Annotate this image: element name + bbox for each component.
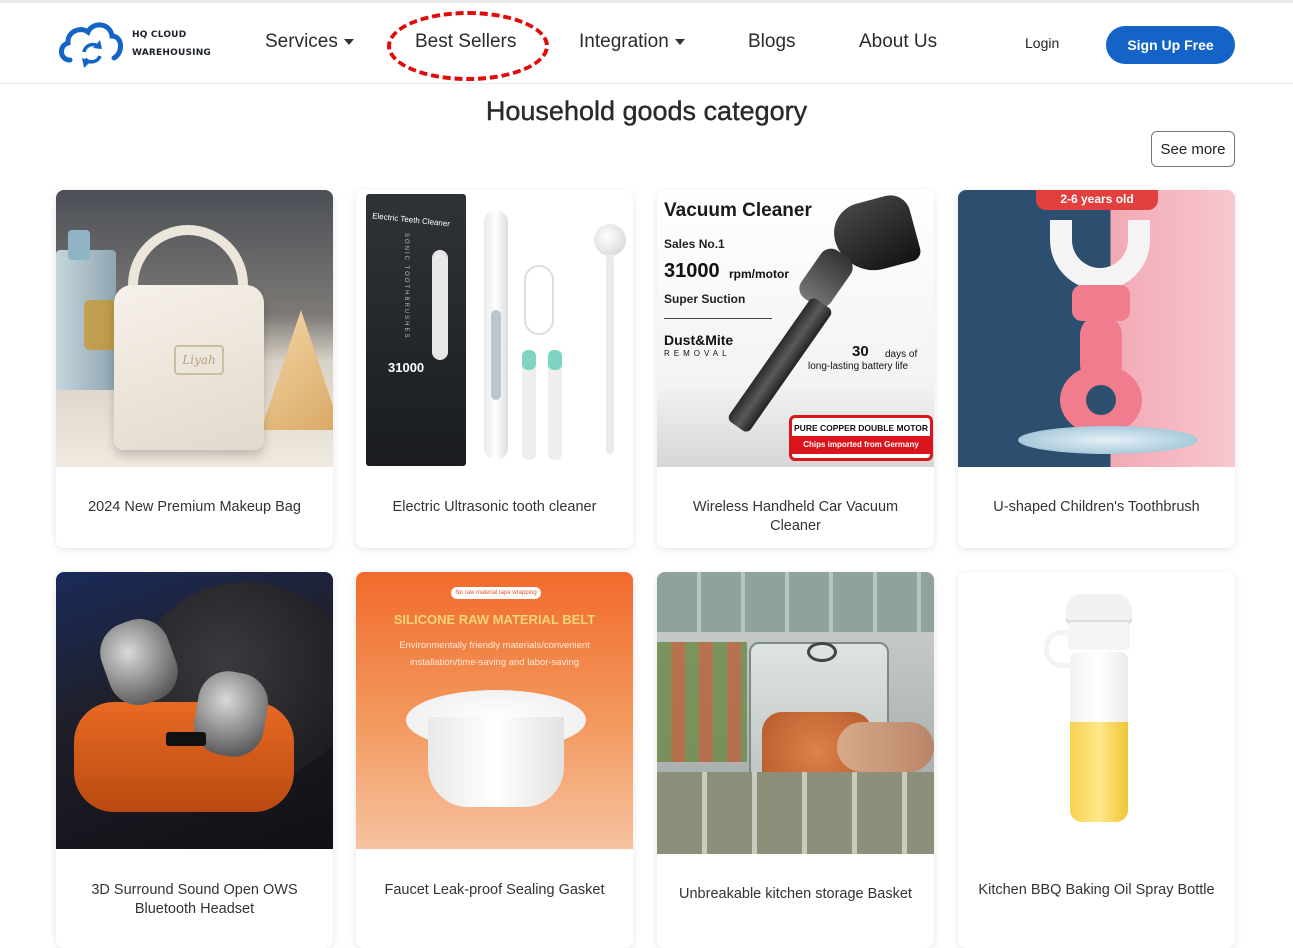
see-more-button[interactable]: See more — [1151, 131, 1235, 167]
vacuum-suction: Super Suction — [664, 292, 746, 306]
brand-logo[interactable]: HQ CLOUD WAREHOUSING — [56, 15, 216, 73]
nav-integration-label: Integration — [579, 31, 669, 52]
gasket-line-1: Environmentally friendly materials/conve… — [399, 640, 590, 651]
brand-line-1: HQ CLOUD — [132, 30, 187, 40]
product-image-sealing-gasket: No raw material tape wrapping SILICONE R… — [356, 572, 633, 849]
chevron-down-icon — [343, 39, 354, 45]
product-title: 2024 New Premium Makeup Bag — [88, 499, 301, 515]
cloud-sync-icon — [59, 22, 123, 68]
nav-best-sellers[interactable]: Best Sellers — [415, 31, 516, 53]
product-image-tooth-cleaner: Electric Teeth Cleaner SONIC TOOTHBRUSHE… — [356, 190, 633, 467]
product-title: 3D Surround Sound Open OWS Bluetooth Hea… — [91, 882, 298, 917]
nav-about-us[interactable]: About Us — [859, 31, 937, 53]
sign-up-button[interactable]: Sign Up Free — [1106, 26, 1235, 64]
product-title: Unbreakable kitchen storage Basket — [679, 886, 912, 902]
product-image-oil-spray-bottle — [958, 572, 1235, 849]
product-title: Electric Ultrasonic tooth cleaner — [392, 499, 597, 515]
vacuum-chips: Chips imported from Germany — [792, 436, 930, 454]
gasket-tag: No raw material tape wrapping — [451, 587, 541, 599]
product-card[interactable]: Liyah 2024 New Premium Makeup Bag — [56, 190, 333, 548]
vacuum-removal: REMOVAL — [664, 349, 731, 358]
nav-integration[interactable]: Integration — [579, 31, 685, 53]
vacuum-battery: long-lasting battery life — [808, 361, 909, 372]
product-title: Wireless Handheld Car Vacuum Cleaner — [692, 499, 899, 534]
site-header: HQ CLOUD WAREHOUSING Services Best Selle… — [0, 3, 1293, 84]
bag-brand-tag: Liyah — [174, 345, 224, 375]
nav-services[interactable]: Services — [265, 31, 354, 53]
product-image-makeup-bag: Liyah — [56, 190, 333, 467]
vacuum-rpm-value: 31000 — [664, 260, 720, 282]
product-title: Faucet Leak-proof Sealing Gasket — [384, 882, 605, 898]
gasket-headline: SILICONE RAW MATERIAL BELT — [393, 612, 596, 627]
vacuum-sales: Sales No.1 — [664, 237, 725, 251]
box-rpm: 31000 — [388, 360, 425, 375]
product-card[interactable]: Vacuum Cleaner Sales No.1 31000 rpm/moto… — [657, 190, 934, 548]
vacuum-headline: Vacuum Cleaner — [664, 200, 812, 221]
product-card[interactable]: No raw material tape wrapping SILICONE R… — [356, 572, 633, 948]
login-link[interactable]: Login — [1025, 35, 1059, 51]
product-card[interactable]: Electric Teeth Cleaner SONIC TOOTHBRUSHE… — [356, 190, 633, 548]
product-image-vacuum-cleaner: Vacuum Cleaner Sales No.1 31000 rpm/moto… — [657, 190, 934, 467]
product-title: Kitchen BBQ Baking Oil Spray Bottle — [978, 882, 1215, 898]
product-image-headset — [56, 572, 333, 849]
brand-line-2: WAREHOUSING — [132, 48, 212, 58]
product-card[interactable]: 2-6 years old U-shaped Children's Toothb… — [958, 190, 1235, 548]
brand-name: HQ CLOUD WAREHOUSING — [132, 26, 211, 62]
nav-blogs-label: Blogs — [748, 31, 796, 52]
nav-blogs[interactable]: Blogs — [748, 31, 796, 53]
box-side-text: SONIC TOOTHBRUSHES — [403, 233, 409, 340]
vacuum-rpm-unit: rpm/motor — [729, 267, 789, 281]
chevron-down-icon — [674, 39, 685, 45]
product-image-storage-basket — [657, 572, 934, 854]
age-badge: 2-6 years old — [1036, 190, 1158, 210]
product-title: U-shaped Children's Toothbrush — [993, 499, 1200, 515]
vacuum-motor: PURE COPPER DOUBLE MOTOR — [794, 423, 928, 433]
product-card[interactable]: Unbreakable kitchen storage Basket — [657, 572, 934, 948]
product-card[interactable]: 3D Surround Sound Open OWS Bluetooth Hea… — [56, 572, 333, 948]
vacuum-days-value: 30 — [852, 343, 869, 360]
vacuum-days-unit: days of — [885, 349, 918, 360]
nav-about-label: About Us — [859, 31, 938, 52]
product-card[interactable]: Kitchen BBQ Baking Oil Spray Bottle — [958, 572, 1235, 948]
nav-best-sellers-label: Best Sellers — [415, 31, 517, 52]
product-image-u-toothbrush: 2-6 years old — [958, 190, 1235, 467]
vacuum-dust: Dust&Mite — [664, 332, 734, 348]
section-title: Household goods category — [485, 96, 808, 126]
gasket-line-2: installation/time-saving and labor-savin… — [410, 657, 579, 668]
nav-services-label: Services — [265, 31, 338, 52]
